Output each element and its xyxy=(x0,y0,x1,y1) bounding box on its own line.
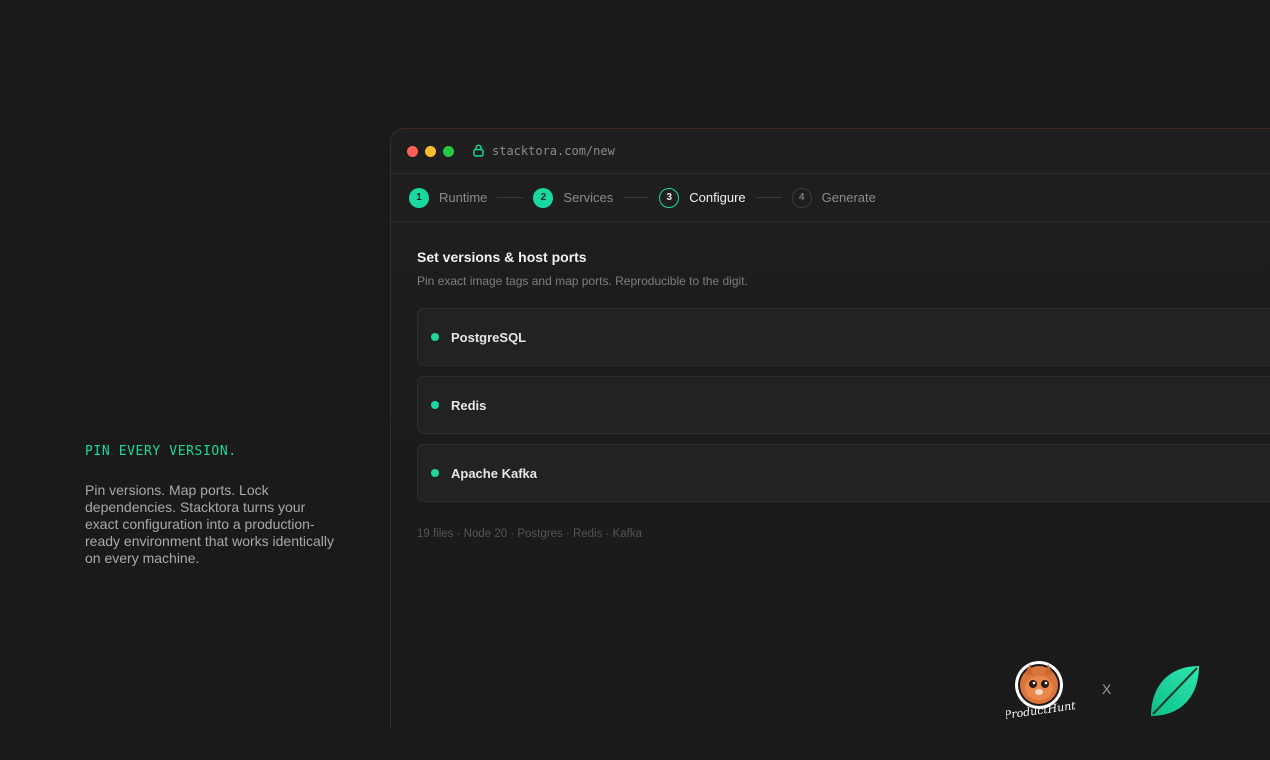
service-name: Apache Kafka xyxy=(451,465,537,481)
separator-x: X xyxy=(1102,681,1112,697)
browser-window: stacktora.com/new 1 Runtime 2 Services 3… xyxy=(390,128,1270,729)
step-generate[interactable]: 4 Generate xyxy=(791,187,876,208)
step-label: Generate xyxy=(821,190,876,205)
window-titlebar: stacktora.com/new xyxy=(391,129,1270,174)
status-dot xyxy=(431,333,439,341)
partner-logos: ProductHunt X xyxy=(1002,660,1206,723)
step-connector xyxy=(623,197,650,198)
description-text: Pin versions. Map ports. Lock dependenci… xyxy=(85,482,335,566)
eyebrow-heading: PIN EVERY VERSION. xyxy=(85,444,237,459)
lock-icon xyxy=(473,144,484,162)
step-connector xyxy=(497,197,524,198)
service-name: Redis xyxy=(451,397,487,413)
step-number: 1 xyxy=(409,187,429,208)
minimize-window-button[interactable] xyxy=(425,146,436,157)
step-connector xyxy=(755,197,782,198)
step-services[interactable]: 2 Services xyxy=(533,187,614,208)
step-number: 4 xyxy=(791,187,812,208)
service-row-postgresql[interactable]: PostgreSQL xyxy=(417,308,1270,366)
product-hunt-logo: ProductHunt xyxy=(1002,660,1077,725)
configure-panel: Set versions & host ports Pin exact imag… xyxy=(391,222,1270,540)
step-label: Runtime xyxy=(439,190,488,205)
maximize-window-button[interactable] xyxy=(443,146,454,157)
service-row-kafka[interactable]: Apache Kafka xyxy=(417,444,1270,502)
step-number: 2 xyxy=(533,187,554,208)
step-label: Configure xyxy=(689,190,746,205)
section-subtitle: Pin exact image tags and map ports. Repr… xyxy=(417,274,748,288)
section-title: Set versions & host ports xyxy=(417,249,587,265)
status-dot xyxy=(431,469,439,477)
summary-text: 19 files · Node 20 · Postgres · Redis · … xyxy=(417,528,642,540)
left-copy: PIN EVERY VERSION. Pin versions. Map por… xyxy=(85,444,335,567)
step-configure[interactable]: 3 Configure xyxy=(659,187,746,208)
step-runtime[interactable]: 1 Runtime xyxy=(409,187,488,208)
service-row-redis[interactable]: Redis xyxy=(417,376,1270,434)
step-number: 3 xyxy=(659,187,680,208)
status-dot xyxy=(431,401,439,409)
address-bar-url[interactable]: stacktora.com/new xyxy=(492,144,615,158)
close-window-button[interactable] xyxy=(407,146,418,157)
service-list: PostgreSQL Redis Apache Kafka xyxy=(417,308,1270,502)
service-name: PostgreSQL xyxy=(451,329,527,345)
leaf-logo xyxy=(1149,664,1201,723)
wizard-stepper: 1 Runtime 2 Services 3 Configure 4 Gener… xyxy=(391,174,1270,222)
step-label: Services xyxy=(563,190,614,205)
